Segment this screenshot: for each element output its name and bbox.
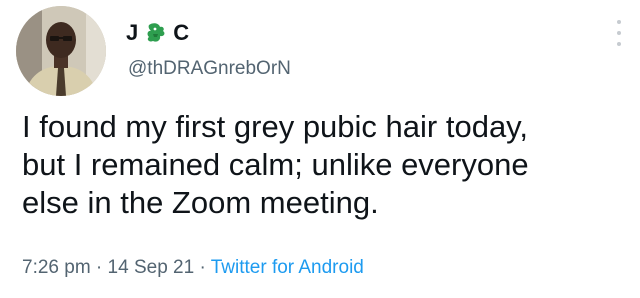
meta-separator: ·: [194, 257, 211, 278]
meta-separator: ·: [90, 257, 108, 278]
display-name[interactable]: J C: [126, 20, 190, 46]
tweet-date[interactable]: 14 Sep 21: [108, 257, 195, 278]
tweet-meta: 7:26 pm · 14 Sep 21 · Twitter for Androi…: [22, 257, 364, 279]
tweet-text-line: but I remained calm; unlike everyone: [22, 147, 529, 182]
dragon-icon: [145, 21, 167, 45]
avatar[interactable]: [16, 6, 106, 96]
user-handle[interactable]: @thDRAGnrebOrN: [128, 58, 291, 80]
display-name-end: C: [173, 20, 191, 45]
more-dot: [617, 20, 621, 24]
tweet-source-link[interactable]: Twitter for Android: [211, 257, 364, 278]
tweet-text: I found my first grey pubic hair today, …: [22, 108, 622, 222]
tweet-time[interactable]: 7:26 pm: [22, 257, 91, 278]
display-name-start: J: [126, 20, 140, 45]
more-dot: [617, 31, 621, 35]
avatar-photo: [16, 6, 106, 96]
tweet-text-line: I found my first grey pubic hair today,: [22, 109, 528, 144]
more-options-icon[interactable]: [616, 20, 622, 46]
tweet-card: J C @thDRAGnrebOrN I found my first grey…: [0, 0, 640, 298]
more-dot: [617, 42, 621, 46]
tweet-text-line: else in the Zoom meeting.: [22, 185, 379, 220]
